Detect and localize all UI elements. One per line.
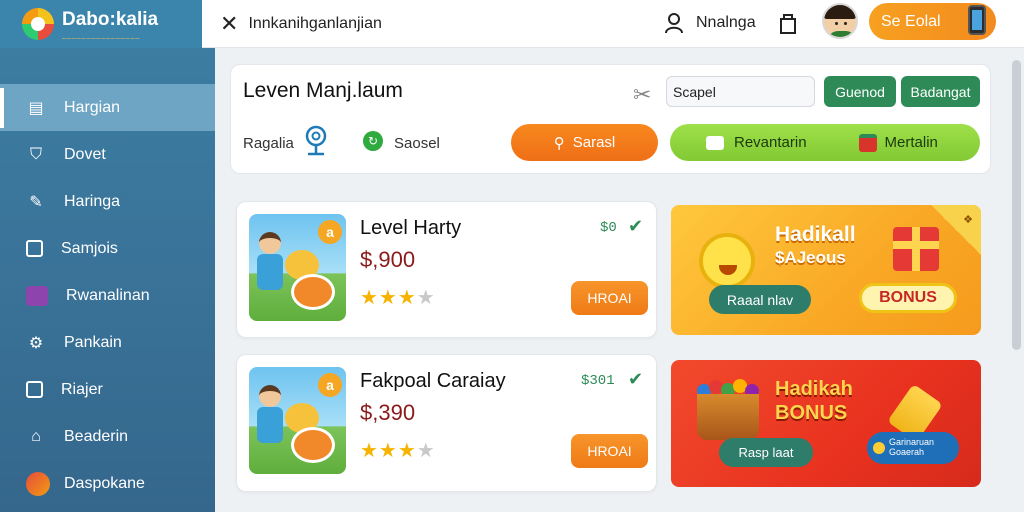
- sidebar: Dabo:kalia ________________ ▤ Hargian ⛉ …: [0, 0, 215, 512]
- sidebar-item-riajer[interactable]: Riajer: [0, 366, 215, 413]
- close-icon[interactable]: ✕: [220, 11, 238, 37]
- phone-icon: [968, 5, 986, 35]
- sidebar-item-label: Beaderin: [64, 427, 129, 445]
- colorful-logo-icon: [26, 471, 50, 496]
- gift-icon: [858, 133, 877, 152]
- promo-banner[interactable]: Hadikah BONUS Rasp laat Garinaruan Goaera…: [671, 360, 981, 487]
- gear-icon: ⚙: [28, 334, 44, 352]
- bucket-icon: [697, 394, 759, 440]
- sidebar-item-beaderin[interactable]: ⌂ Beaderin: [0, 413, 215, 460]
- sidebar-nav: ▤ Hargian ⛉ Dovet ✎ Haringa Samjois Rwan…: [0, 84, 215, 507]
- home-icon: ⌂: [31, 427, 41, 445]
- top-cta-button[interactable]: Se Eolal: [869, 3, 996, 40]
- scissors-icon[interactable]: ✂: [633, 82, 651, 108]
- guenod-button[interactable]: Guenod: [824, 76, 896, 107]
- promo-pill-button[interactable]: Raaal nlav: [709, 285, 811, 314]
- sarasl-button[interactable]: ⚲ Sarasl: [511, 124, 658, 161]
- gift-icon: [893, 227, 939, 271]
- brand[interactable]: Dabo:kalia ________________: [0, 0, 215, 48]
- shopping-bag-icon[interactable]: [777, 11, 799, 35]
- bag-icon: ⛉: [29, 145, 42, 163]
- search-input[interactable]: [666, 76, 815, 107]
- sidebar-item-haringa[interactable]: ✎ Haringa: [0, 178, 215, 225]
- sidebar-item-label: Hargian: [64, 98, 121, 116]
- buy-button[interactable]: HROAI: [571, 434, 648, 468]
- control-panel: Leven Manj.laum ✂ Guenod Badangat Ragali…: [230, 64, 991, 174]
- user-icon[interactable]: [664, 12, 684, 34]
- document-icon: ▤: [28, 99, 44, 117]
- revantarin-label[interactable]: Revantarin: [734, 134, 807, 151]
- grid-icon: [26, 381, 43, 398]
- buy-button[interactable]: HROAI: [571, 281, 648, 315]
- promo-banner[interactable]: ❖ Hadikall $AJeous Raaal nlav BONUS: [671, 205, 981, 335]
- purple-box-icon: [26, 285, 48, 306]
- sidebar-item-label: Rwanalinan: [66, 286, 150, 304]
- sidebar-item-dovet[interactable]: ⛉ Dovet: [0, 131, 215, 178]
- sidebar-item-pankain[interactable]: ⚙ Pankain: [0, 319, 215, 366]
- refresh-icon[interactable]: ↻: [363, 131, 383, 151]
- promo-title: Hadikall: [775, 223, 856, 246]
- avatar[interactable]: [822, 3, 858, 39]
- badangat-button[interactable]: Badangat: [901, 76, 980, 107]
- brand-name: Dabo:kalia: [62, 9, 159, 30]
- brand-tagline: ________________: [62, 32, 141, 39]
- ragalia-label: Ragalia: [243, 135, 294, 152]
- top-cta-label: Se Eolal: [881, 12, 941, 30]
- product-image: a: [249, 214, 346, 321]
- user-name[interactable]: Nnalnga: [696, 14, 756, 32]
- coin-icon: [873, 442, 885, 454]
- page-title: Innkanihganlanjian: [248, 14, 382, 32]
- sidebar-item-label: Pankain: [64, 333, 122, 351]
- sidebar-item-daspokane[interactable]: Daspokane: [0, 460, 215, 507]
- sidebar-item-hargian[interactable]: ▤ Hargian: [0, 84, 215, 131]
- check-icon: ✔: [628, 216, 644, 236]
- promo-pill-button[interactable]: Rasp laat: [719, 438, 813, 467]
- coin-mascot-icon: [699, 233, 755, 289]
- product-badge: a: [318, 373, 342, 397]
- bike-icon: ⚲: [553, 134, 565, 152]
- product-small-price: $0: [600, 220, 617, 236]
- panel-title: Leven Manj.laum: [243, 79, 403, 102]
- brand-logo-icon: [22, 8, 54, 40]
- mertalin-label[interactable]: Mertalin: [885, 134, 938, 151]
- product-title: Fakpoal Caraiay: [360, 370, 506, 392]
- camera-icon: [26, 240, 43, 257]
- promo-secondary-line1: Garinaruan: [889, 437, 935, 448]
- product-card[interactable]: a Fakpoal Caraiay $,390 ★★★★ $301 ✔ HROA…: [236, 354, 657, 492]
- pencil-icon: ✎: [29, 193, 43, 211]
- sidebar-item-label: Daspokane: [64, 474, 145, 492]
- top-bar: ✕ Innkanihganlanjian Nnalnga Se Eolal: [202, 0, 1024, 48]
- promo-subtitle: $AJeous: [775, 248, 846, 267]
- car-icon: [706, 135, 724, 150]
- promo-subtitle: BONUS: [775, 402, 848, 424]
- product-price: $,900: [360, 247, 416, 272]
- bonus-button[interactable]: BONUS: [859, 283, 957, 313]
- sidebar-item-label: Samjois: [61, 239, 118, 257]
- product-badge: a: [318, 220, 342, 244]
- sidebar-item-samjois[interactable]: Samjois: [0, 225, 215, 272]
- sarasl-label: Sarasl: [572, 134, 616, 151]
- sidebar-item-label: Haringa: [64, 192, 121, 210]
- promo-secondary-button[interactable]: Garinaruan Goaerah: [867, 432, 959, 464]
- product-price: $,390: [360, 400, 416, 425]
- sidebar-item-label: Riajer: [61, 380, 103, 398]
- saosel-label: Saosel: [394, 135, 440, 152]
- rating-stars: ★★★★: [360, 287, 436, 309]
- reward-button-group[interactable]: Revantarin Mertalin: [670, 124, 980, 161]
- rating-stars: ★★★★: [360, 440, 436, 462]
- product-card[interactable]: a Level Harty $,900 ★★★★ $0 ✔ HROAI: [236, 201, 657, 338]
- product-title: Level Harty: [360, 217, 462, 239]
- product-image: a: [249, 367, 346, 474]
- check-icon: ✔: [628, 369, 644, 389]
- sidebar-item-rwanalinan[interactable]: Rwanalinan: [0, 272, 215, 319]
- scrollbar[interactable]: [1012, 60, 1021, 350]
- sidebar-item-label: Dovet: [64, 145, 106, 163]
- promo-title: Hadikah: [775, 378, 853, 400]
- product-small-price: $301: [581, 373, 615, 389]
- promo-secondary-line2: Goaerah: [889, 447, 925, 457]
- location-pin-icon[interactable]: [304, 125, 328, 157]
